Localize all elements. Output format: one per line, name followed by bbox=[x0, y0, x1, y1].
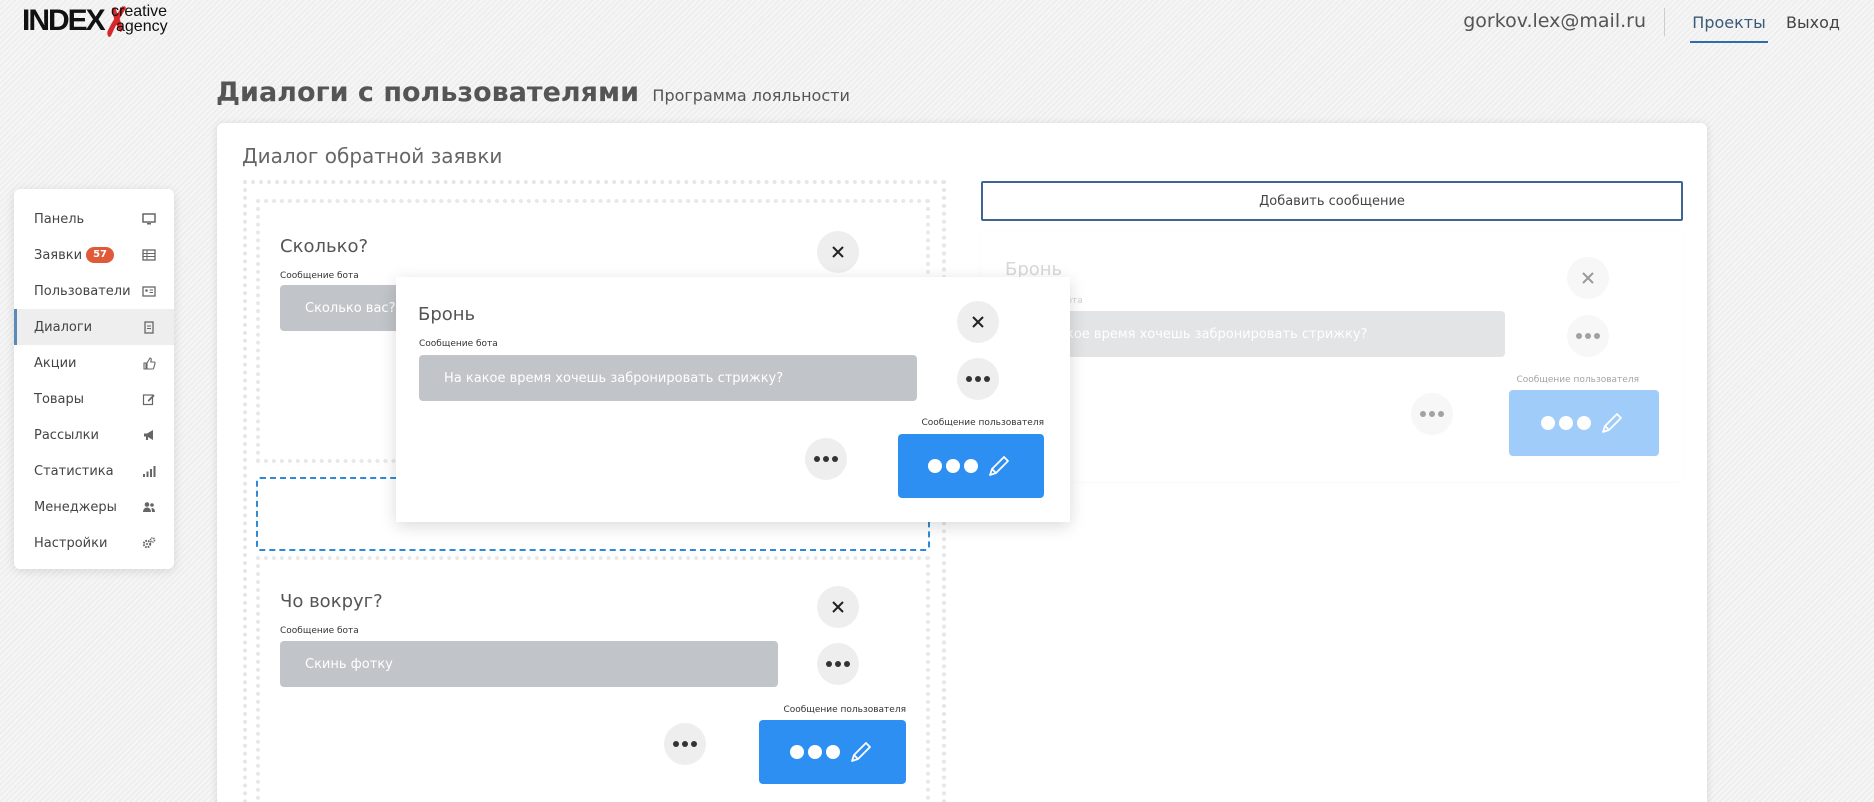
sidebar-item-label: Статистика bbox=[34, 463, 114, 479]
ghost-message-card: Бронь бота кое время хочешь забронироват… bbox=[981, 232, 1683, 481]
sidebar-item-statistics[interactable]: Статистика bbox=[14, 453, 174, 489]
sidebar-item-users[interactable]: Пользователи bbox=[14, 273, 174, 309]
more-icon bbox=[826, 661, 850, 667]
sidebar-item-label: Менеджеры bbox=[34, 499, 117, 515]
user-message-bubble[interactable] bbox=[898, 434, 1044, 498]
delete-message-button bbox=[1567, 257, 1609, 299]
more-icon bbox=[1420, 411, 1444, 417]
edit-icon bbox=[142, 392, 156, 406]
message-title: Бронь bbox=[418, 304, 476, 325]
bot-message-bubble: кое время хочешь забронировать стрижку? bbox=[1041, 311, 1505, 357]
table-icon bbox=[142, 248, 156, 262]
sidebar-item-products[interactable]: Товары bbox=[14, 381, 174, 417]
user-input-dots-icon bbox=[928, 459, 978, 473]
bot-message-label: Сообщение бота bbox=[280, 271, 359, 281]
user-message-bubble[interactable] bbox=[759, 720, 906, 784]
sidebar-item-label: Рассылки bbox=[34, 427, 99, 443]
user-message-label: Сообщение пользователя bbox=[783, 705, 907, 715]
pencil-icon bbox=[989, 456, 1009, 476]
page-title-text: Диалоги с пользователями bbox=[216, 77, 639, 108]
pencil-icon bbox=[1602, 413, 1622, 433]
delete-message-button[interactable] bbox=[817, 586, 859, 628]
user-message-options-button bbox=[1411, 393, 1453, 435]
clipboard-icon bbox=[142, 320, 156, 334]
megaphone-icon bbox=[142, 428, 156, 442]
sidebar-item-label: Настройки bbox=[34, 535, 108, 551]
logo-index-text: INDEX bbox=[22, 4, 106, 37]
delete-message-button[interactable] bbox=[817, 231, 859, 273]
thumbs-up-icon bbox=[142, 356, 156, 370]
nav-exit-link[interactable]: Выход bbox=[1786, 13, 1840, 32]
delete-message-button[interactable] bbox=[957, 301, 999, 343]
user-input-dots-icon bbox=[1541, 416, 1591, 430]
message-title: Чо вокруг? bbox=[280, 591, 383, 612]
close-icon bbox=[972, 316, 984, 328]
dragged-message-card[interactable]: Бронь Сообщение бота На какое время хоче… bbox=[396, 277, 1070, 522]
sidebar-item-panel[interactable]: Панель bbox=[14, 201, 174, 237]
page-subtitle: Программа лояльности bbox=[652, 86, 850, 105]
bot-message-options-button[interactable] bbox=[957, 358, 999, 400]
sidebar-item-label: Акции bbox=[34, 355, 77, 371]
logo[interactable]: INDEX ✗ creative agency bbox=[20, 0, 170, 46]
user-message-options-button[interactable] bbox=[664, 723, 706, 765]
close-icon bbox=[832, 246, 844, 258]
dialog-title: Диалог обратной заявки bbox=[242, 144, 503, 168]
close-icon bbox=[1582, 272, 1594, 284]
sidebar-item-requests[interactable]: Заявки 57 bbox=[14, 237, 174, 273]
requests-count-badge: 57 bbox=[86, 247, 115, 263]
sidebar-item-managers[interactable]: Менеджеры bbox=[14, 489, 174, 525]
user-email: gorkov.lex@mail.ru bbox=[1463, 10, 1646, 32]
more-icon bbox=[673, 741, 697, 747]
message-title: Сколько? bbox=[280, 236, 369, 257]
sidebar: Панель Заявки 57 Пользователи Диалоги Ак… bbox=[14, 189, 174, 569]
logo-creative-text: creative bbox=[111, 3, 168, 20]
more-icon bbox=[1576, 333, 1600, 339]
user-message-options-button[interactable] bbox=[805, 438, 847, 480]
id-card-icon bbox=[142, 284, 156, 298]
more-icon bbox=[814, 456, 838, 462]
monitor-icon bbox=[142, 212, 156, 226]
nav-projects-link[interactable]: Проекты bbox=[1690, 0, 1768, 43]
more-icon bbox=[966, 376, 990, 382]
users-icon bbox=[142, 500, 156, 514]
sidebar-item-promotions[interactable]: Акции bbox=[14, 345, 174, 381]
bot-message-options-button[interactable] bbox=[817, 643, 859, 685]
page-title: Диалоги с пользователями Программа лояль… bbox=[216, 77, 850, 108]
bot-message-bubble[interactable]: Скинь фотку bbox=[280, 641, 778, 687]
sidebar-item-label: Заявки bbox=[34, 247, 83, 263]
user-message-label: Сообщение пользователя bbox=[921, 418, 1045, 428]
pencil-icon bbox=[850, 742, 871, 762]
sidebar-item-label: Товары bbox=[34, 391, 85, 407]
sidebar-item-label: Пользователи bbox=[34, 283, 131, 299]
bot-message-bubble[interactable]: На какое время хочешь забронировать стри… bbox=[419, 355, 917, 401]
signal-icon bbox=[142, 464, 156, 478]
sidebar-item-mailings[interactable]: Рассылки bbox=[14, 417, 174, 453]
sidebar-item-label: Панель bbox=[34, 211, 85, 227]
header-divider bbox=[1664, 8, 1665, 36]
cogs-icon bbox=[142, 536, 156, 550]
logo-agency-text: agency bbox=[116, 18, 168, 35]
sidebar-item-label: Диалоги bbox=[34, 319, 93, 335]
add-message-button[interactable]: Добавить сообщение bbox=[981, 181, 1683, 221]
sidebar-item-dialogs[interactable]: Диалоги bbox=[14, 309, 174, 345]
bot-message-label: Сообщение бота bbox=[419, 339, 498, 349]
user-input-dots-icon bbox=[789, 745, 840, 759]
close-icon bbox=[832, 601, 844, 613]
user-message-bubble bbox=[1509, 390, 1659, 456]
bot-message-label: Сообщение бота bbox=[280, 626, 359, 636]
sidebar-item-settings[interactable]: Настройки bbox=[14, 525, 174, 561]
user-message-label: Сообщение пользователя bbox=[1516, 375, 1640, 385]
bot-message-options-button bbox=[1567, 315, 1609, 357]
